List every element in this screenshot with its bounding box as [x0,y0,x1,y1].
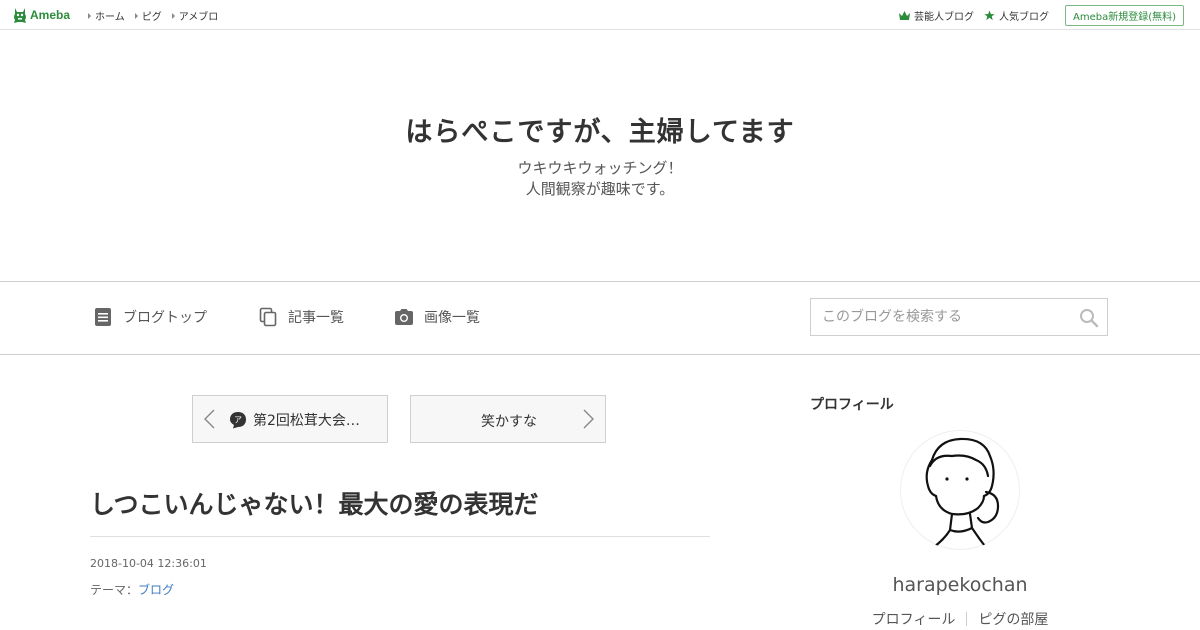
profile-name[interactable]: harapekochan [810,574,1110,596]
prev-entry: ア 第2回松茸大会… [229,410,360,430]
next-entry-label: 笑かすな [481,414,537,430]
svg-text:ア: ア [234,416,242,425]
document-icon [95,308,111,326]
article-date: 2018-10-04 12:36:01 [90,557,207,570]
article-title[interactable]: しつこいんじゃない！最大の愛の表現だ [90,485,539,521]
nav-label: ブログトップ [123,310,207,326]
top-nav-home[interactable]: ホーム [88,8,125,23]
triangle-right-icon [88,12,91,19]
triangle-right-icon [134,12,138,19]
top-nav-label: アメブロ [178,12,219,23]
avatar-drawing [925,437,1000,550]
popular-blog-link[interactable]: 人気ブログ [984,8,1049,23]
blog-description-line: ウキウキウォッチング！ [517,159,683,177]
top-nav-ameblo[interactable]: アメブロ [171,8,219,23]
nav-label: 画像一覧 [424,310,480,326]
copy-icon [259,307,277,327]
blog-nav: ブログトップ 記事一覧 画像一覧 [0,281,1200,355]
top-right-links: 芸能人ブログ 人気ブログ Ameba新規登録(無料) [898,5,1184,26]
prev-entry-label: 第2回松茸大会… [253,413,360,429]
article-theme: テーマ：ブログ [90,581,174,598]
profile-link[interactable]: プロフィール [861,609,967,629]
ameba-badge-icon: ア [230,412,246,429]
blog-description: ウキウキウォッチング！ 人間観察が趣味です。 [0,158,1200,200]
celebrity-blog-link[interactable]: 芸能人ブログ [898,8,974,23]
article-divider [90,536,710,537]
prev-entry-button[interactable]: ア 第2回松茸大会… [192,395,388,443]
star-icon [984,10,995,21]
chevron-right-icon [583,409,594,429]
top-nav-label: ホーム [95,12,125,23]
pigg-room-link[interactable]: ピグの部屋 [967,609,1059,629]
next-entry-button[interactable]: 笑かすな [410,395,606,443]
ameba-logo[interactable]: Ameba [13,6,70,24]
blog-search [810,298,1108,336]
ameba-logo-icon [14,7,26,23]
top-nav-label: ピグ [141,12,162,23]
search-input[interactable] [811,299,1072,335]
popular-blog-label: 人気ブログ [998,12,1049,23]
nav-image-list[interactable]: 画像一覧 [394,307,480,327]
global-header: Ameba ホーム ピグ アメブロ 芸能人ブログ 人気ブログ Ameba新規登録… [0,0,1200,30]
chevron-left-icon [204,409,215,429]
crown-icon [898,11,910,20]
logo-text: Ameba [30,8,71,22]
theme-prefix: テーマ： [90,583,139,597]
camera-icon [395,309,413,325]
signup-button[interactable]: Ameba新規登録(無料) [1064,5,1184,26]
profile-links: プロフィール ピグの部屋 [810,609,1110,629]
celebrity-blog-label: 芸能人ブログ [913,12,974,23]
theme-link[interactable]: ブログ [138,583,174,597]
top-nav: ホーム ピグ アメブロ [88,8,218,23]
search-icon[interactable] [1079,308,1099,328]
top-nav-pigg[interactable]: ピグ [134,8,162,23]
avatar[interactable] [900,430,1020,550]
blog-description-line: 人間観察が趣味です。 [525,180,675,198]
nav-entry-list[interactable]: 記事一覧 [258,307,344,327]
blog-title[interactable]: はらぺこですが、主婦してます [0,110,1200,149]
profile-heading: プロフィール [810,397,894,413]
triangle-right-icon [171,12,175,19]
nav-label: 記事一覧 [288,310,344,326]
nav-blog-top[interactable]: ブログトップ [93,307,207,327]
